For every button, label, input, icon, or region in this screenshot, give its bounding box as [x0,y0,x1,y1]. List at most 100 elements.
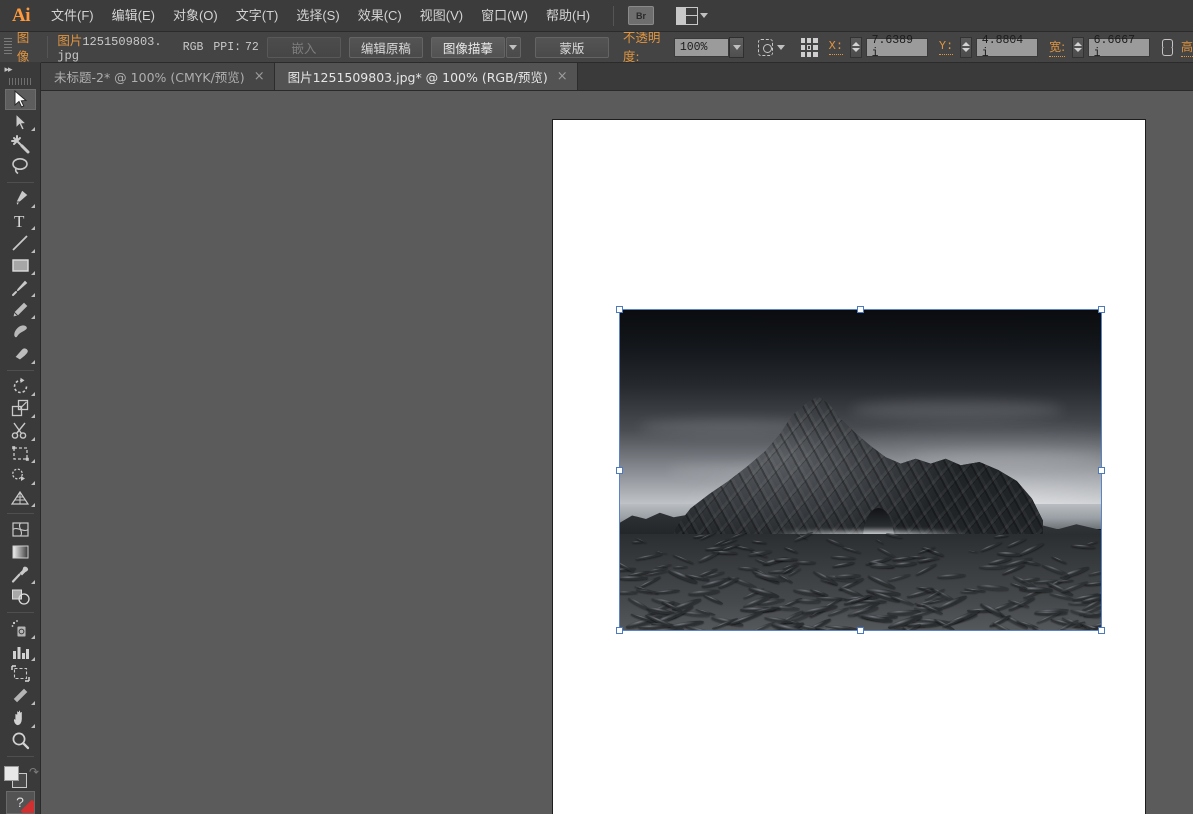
photo-cobble [1088,569,1101,577]
arrange-documents-button[interactable] [676,7,708,25]
y-input[interactable]: 4.8804 i [976,38,1038,57]
paintbrush-tool[interactable] [5,277,36,298]
opacity-label: 不透明度: [623,32,670,63]
pencil-tool[interactable] [5,299,36,320]
tools-panel-header[interactable]: ▸▸ [0,63,41,75]
menu-object[interactable]: 对象(O) [164,0,227,32]
magic-wand-tool[interactable] [5,133,36,154]
photo-cobble [960,591,978,594]
image-trace-button[interactable]: 图像描摹 [431,37,505,58]
tab-image-1251509803[interactable]: 图片1251509803.jpg* @ 100% (RGB/预览) × [275,63,578,90]
photo-cobble [968,551,979,554]
anchor-cell [801,52,805,57]
menu-effect[interactable]: 效果(C) [349,0,411,32]
placed-photo[interactable] [620,310,1101,630]
menu-edit[interactable]: 编辑(E) [103,0,164,32]
anchor-cell [801,38,805,43]
tool-flyout-icon [31,293,35,297]
photo-cobble [994,534,1009,538]
chevron-down-icon [733,45,741,50]
tab-untitled-2[interactable]: 未标题-2* @ 100% (CMYK/预览) × [41,63,275,90]
broken-chain-icon[interactable] [1159,39,1175,56]
tool-flyout-icon [31,657,35,661]
anchor-cell [801,45,805,50]
shape-builder-tool[interactable] [5,465,36,486]
rectangle-tool[interactable] [5,255,36,276]
photo-cobble [1052,555,1068,564]
photo-cobble [914,562,937,576]
fill-stroke-swatches[interactable]: ↷ [2,764,38,787]
photo-cobble [703,593,724,604]
anchor-cell [813,38,817,43]
menu-select[interactable]: 选择(S) [287,0,348,32]
slice-tool[interactable] [5,685,36,706]
hand-tool[interactable] [5,707,36,728]
x-stepper[interactable] [850,37,862,58]
mesh-tool[interactable] [5,519,36,540]
column-graph-tool[interactable] [5,641,36,662]
direct-selection-tool[interactable] [5,111,36,132]
double-chevron-right-icon[interactable]: ▸▸ [5,64,12,75]
type-tool[interactable]: T [5,210,36,231]
gradient-tool[interactable] [5,542,36,563]
scissors-tool[interactable] [5,420,36,441]
photo-cobble [784,547,799,554]
blob-brush-tool[interactable] [5,321,36,342]
recolor-artwork-icon[interactable] [758,39,773,56]
photo-cobble [797,599,821,603]
free-transform-tool[interactable] [5,443,36,464]
object-type-label[interactable]: 图像 [17,32,39,63]
linked-file-label[interactable]: 图片1251509803. jpg [57,32,172,63]
help-button[interactable]: ? [6,791,35,814]
selection-tool[interactable] [5,89,36,111]
tab-close-icon[interactable]: × [254,70,265,83]
y-stepper[interactable] [960,37,972,58]
scale-tool[interactable] [5,398,36,419]
menu-view[interactable]: 视图(V) [411,0,472,32]
photo-cobble [886,532,903,538]
tool-flyout-icon [31,271,35,275]
tool-flyout-icon [31,635,35,639]
ppi-value: 72 [245,41,259,54]
x-label: X: [829,39,843,55]
image-trace-dropdown[interactable] [506,37,521,58]
eyedropper-tool[interactable] [5,564,36,585]
eraser-tool[interactable] [5,344,36,365]
reference-point-icon[interactable] [801,38,817,57]
photo-cobble [1041,563,1070,577]
opacity-input[interactable]: 100% [674,38,729,57]
artboard-tool[interactable] [5,663,36,684]
menu-file[interactable]: 文件(F) [42,0,103,32]
embed-button[interactable]: 嵌入 [267,37,341,58]
arrange-documents-icon [676,7,698,25]
fill-swatch[interactable] [4,766,19,781]
menu-type[interactable]: 文字(T) [227,0,288,32]
zoom-tool[interactable] [5,730,36,751]
recolor-dropdown-icon[interactable] [777,45,785,50]
menu-window[interactable]: 窗口(W) [472,0,537,32]
lasso-tool[interactable] [5,156,36,177]
line-segment-tool[interactable] [5,232,36,253]
opacity-dropdown[interactable] [729,37,744,58]
blend-tool[interactable] [5,586,36,607]
rotate-tool[interactable] [5,376,36,397]
perspective-grid-tool[interactable] [5,487,36,508]
anchor-cell [807,52,811,57]
pen-tool[interactable] [5,188,36,209]
swap-fill-stroke-icon[interactable]: ↷ [29,765,39,779]
edit-original-button[interactable]: 编辑原稿 [349,37,423,58]
mask-button[interactable]: 蒙版 [535,37,609,58]
control-bar-grip[interactable] [4,38,12,56]
tools-panel-grip[interactable] [9,78,31,84]
x-input[interactable]: 7.6389 i [866,38,928,57]
photo-cobble-beach [620,534,1101,630]
document-canvas[interactable]: www.xz7 TAG 电脑技术网 www.tagxp.com [41,91,1193,814]
photo-cobble [979,565,1007,569]
width-stepper[interactable] [1072,37,1084,58]
photo-cobble [774,557,798,560]
tab-close-icon[interactable]: × [557,70,568,83]
bridge-button[interactable]: Br [628,6,654,25]
menu-help[interactable]: 帮助(H) [537,0,599,32]
width-input[interactable]: 6.6667 i [1088,38,1150,57]
symbol-sprayer-tool[interactable] [5,618,36,639]
